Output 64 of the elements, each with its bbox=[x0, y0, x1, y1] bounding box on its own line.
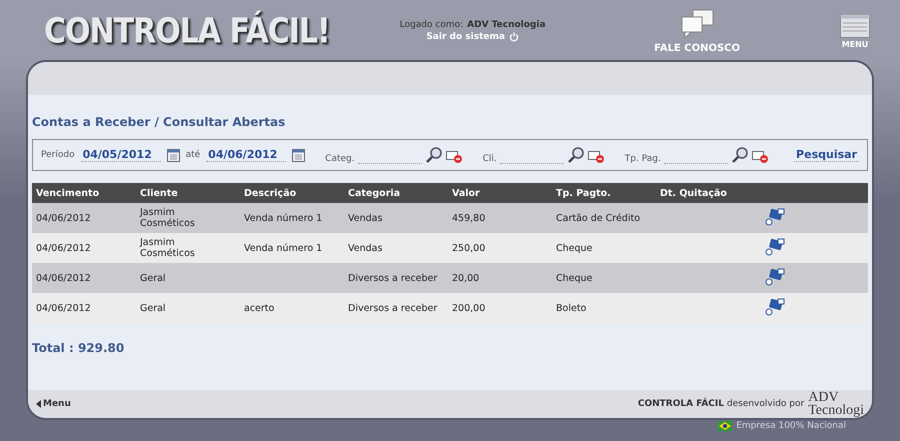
column-header: Tp. Pagto. bbox=[552, 183, 656, 203]
table-cell: Diversos a receber bbox=[348, 272, 438, 284]
table-cell: Boleto bbox=[556, 302, 586, 314]
calendar-icon[interactable] bbox=[166, 148, 180, 162]
clear-icon[interactable] bbox=[446, 150, 463, 164]
page-title: Contas a Receber / Consultar Abertas bbox=[32, 115, 286, 129]
column-header: Valor bbox=[448, 183, 552, 203]
table-cell: 20,00 bbox=[452, 272, 480, 284]
flag-icon bbox=[718, 421, 732, 431]
search-icon[interactable] bbox=[730, 146, 749, 164]
search-icon[interactable] bbox=[424, 146, 443, 164]
search-button[interactable]: Pesquisar bbox=[794, 148, 859, 162]
column-header: Dt. Quitação bbox=[656, 183, 760, 203]
total-amount: Total : 929.80 bbox=[32, 341, 126, 355]
edit-card-icon[interactable] bbox=[764, 298, 786, 316]
table-cell: 04/06/2012 bbox=[36, 272, 91, 284]
filter-label: Tp. Pag. bbox=[624, 154, 661, 164]
table-cell: 04/06/2012 bbox=[36, 302, 91, 314]
table-cell: Vendas bbox=[348, 212, 382, 224]
calendar-icon[interactable] bbox=[292, 148, 306, 162]
column-header: Cliente bbox=[136, 183, 240, 203]
table-cell: 250,00 bbox=[452, 242, 486, 254]
period-label: Período bbox=[41, 150, 75, 160]
table-cell: Venda número 1 bbox=[244, 242, 322, 254]
table-cell: 04/06/2012 bbox=[36, 212, 91, 224]
table-cell: 04/06/2012 bbox=[36, 242, 91, 254]
user-name: ADV Tecnologia bbox=[467, 20, 546, 30]
table-cell: Cheque bbox=[556, 272, 592, 284]
table-cell-text: Jasmim Cosméticos bbox=[140, 207, 196, 229]
clear-icon[interactable] bbox=[588, 150, 605, 164]
edit-card-icon[interactable] bbox=[764, 268, 786, 286]
edit-card-icon[interactable] bbox=[764, 208, 786, 226]
date-to-field[interactable]: 04/06/2012 bbox=[206, 148, 286, 162]
table-cell-text: Jasmim Cosméticos bbox=[140, 237, 196, 259]
chat-bubbles-icon bbox=[679, 8, 716, 38]
national-label: Empresa 100% Nacional bbox=[736, 421, 846, 431]
filter-label: Cli. bbox=[482, 154, 497, 164]
table-cell: 459,80 bbox=[452, 212, 486, 224]
clear-icon[interactable] bbox=[752, 150, 769, 164]
table-cell: Geral bbox=[140, 302, 166, 314]
caret-icon bbox=[36, 400, 41, 408]
table-cell: acerto bbox=[244, 302, 274, 314]
edit-card-icon[interactable] bbox=[764, 238, 786, 256]
login-label: Logado como: bbox=[400, 20, 464, 30]
table-cell: Diversos a receber bbox=[348, 302, 438, 314]
until-label: até bbox=[186, 150, 200, 160]
column-header: Descrição bbox=[240, 183, 344, 203]
date-from-field[interactable]: 04/05/2012 bbox=[80, 148, 161, 162]
table-cell: Cheque bbox=[556, 242, 592, 254]
table-cell: 200,00 bbox=[452, 302, 486, 314]
table-cell: Vendas bbox=[348, 242, 382, 254]
menu-icon bbox=[840, 14, 870, 38]
table-cell: Cartão de Crédito bbox=[556, 212, 640, 224]
menu-back-link[interactable]: Menu bbox=[36, 399, 71, 409]
app-logo: CONTROLA FÁCIL! bbox=[44, 10, 330, 52]
search-icon[interactable] bbox=[566, 146, 585, 164]
filter-label: Categ. bbox=[325, 154, 355, 164]
company-logo: ADV Tecnologi bbox=[808, 391, 864, 417]
table-cell: Venda número 1 bbox=[244, 212, 322, 224]
column-header: Categoria bbox=[344, 183, 448, 203]
table-cell: Geral bbox=[140, 272, 166, 284]
power-icon bbox=[508, 32, 519, 42]
credit-text: CONTROLA FÁCIL desenvolvido por bbox=[638, 399, 804, 409]
column-header: Vencimento bbox=[32, 183, 136, 203]
